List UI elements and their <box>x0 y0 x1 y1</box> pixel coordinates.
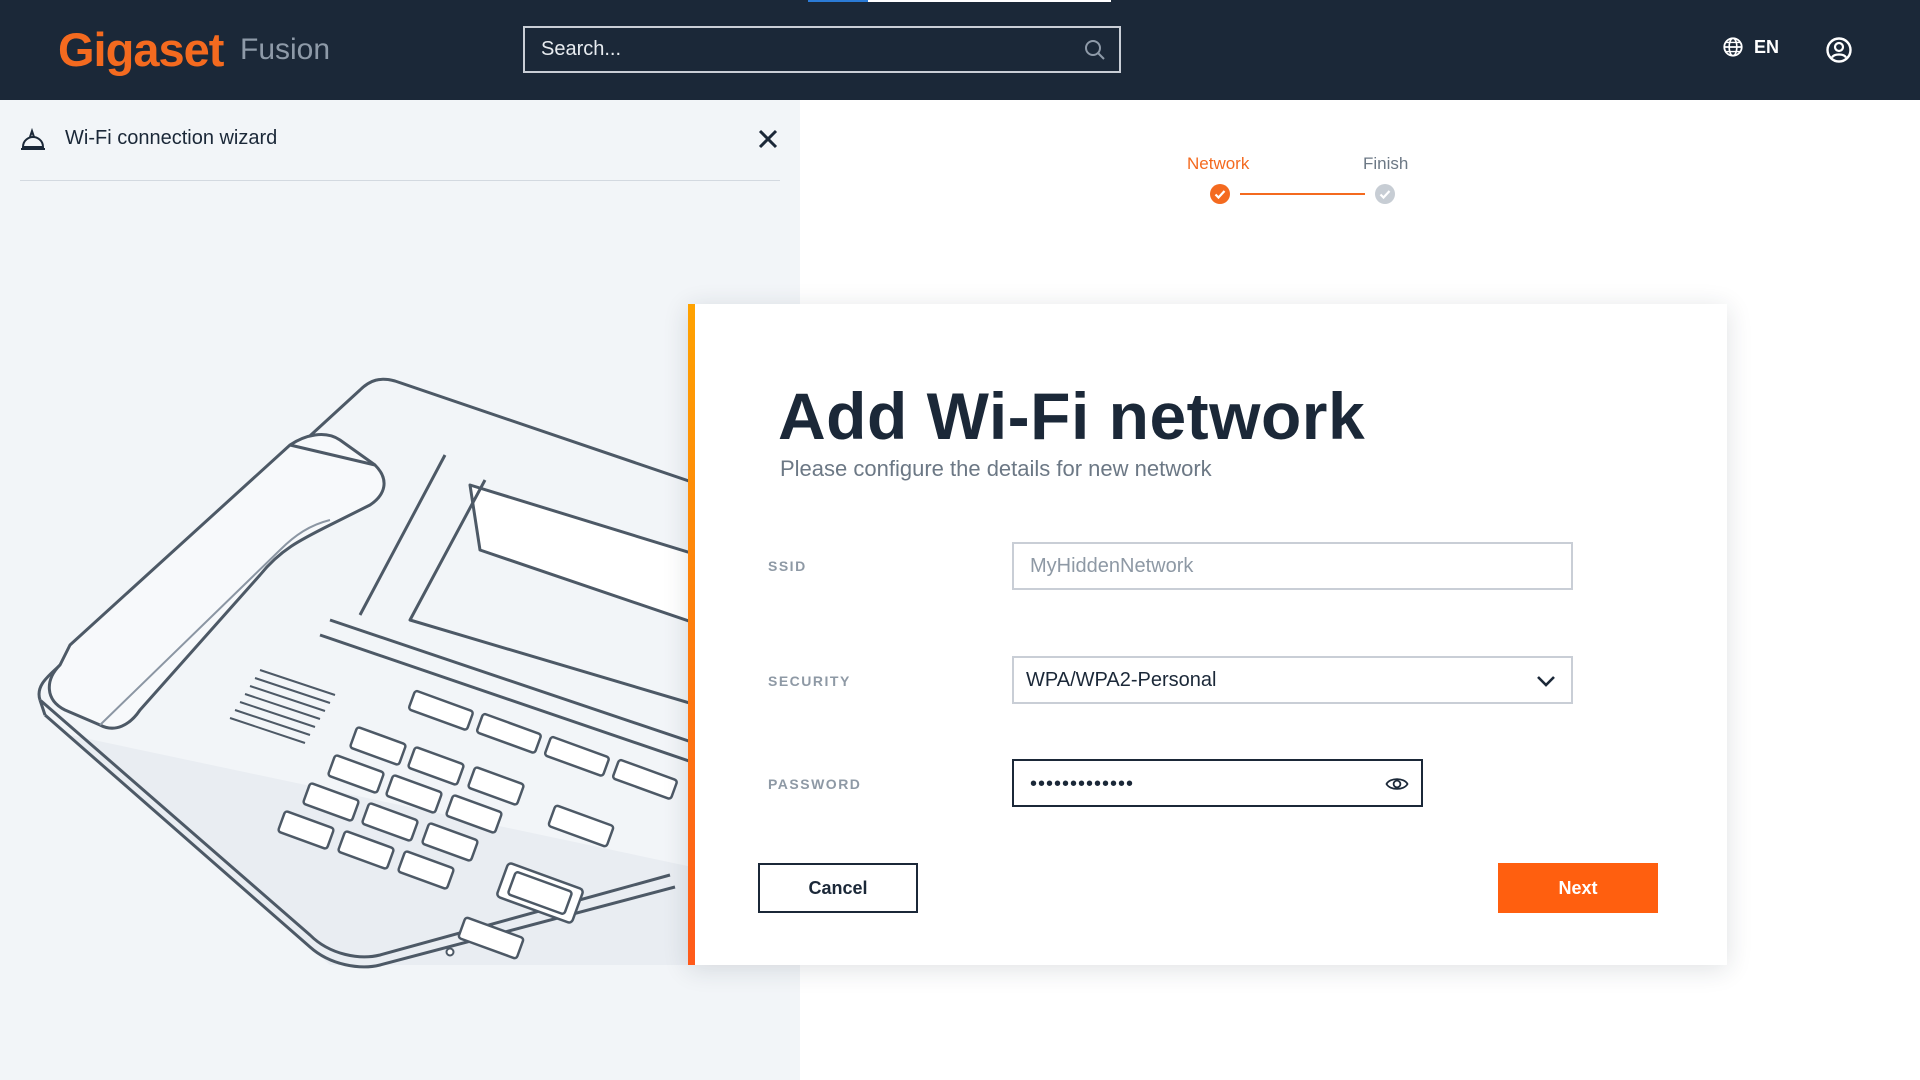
step-finish-label: Finish <box>1363 154 1409 173</box>
step-finish-check-icon <box>1375 184 1395 204</box>
security-select[interactable]: WPA/WPA2-Personal <box>1012 656 1573 704</box>
ssid-field[interactable] <box>1012 542 1573 590</box>
password-masked-value[interactable]: ••••••••••••• <box>1030 773 1134 796</box>
chevron-down-icon[interactable] <box>1535 670 1557 692</box>
wifi-wizard-icon <box>21 128 45 150</box>
step-connector <box>1240 193 1365 195</box>
top-bar: Gigaset Fusion EN <box>0 0 1920 100</box>
wizard-title: Wi-Fi connection wizard <box>65 127 278 149</box>
language-code: EN <box>1754 36 1780 57</box>
search-input[interactable] <box>525 28 1065 71</box>
password-field[interactable]: ••••••••••••• <box>1012 759 1423 807</box>
brand-logo[interactable]: Gigaset <box>58 22 224 77</box>
ssid-label: SSID <box>768 558 807 574</box>
cancel-button[interactable]: Cancel <box>758 863 918 913</box>
language-selector[interactable]: EN <box>1722 36 1779 58</box>
page-title: Add Wi-Fi network <box>778 379 1366 453</box>
add-wifi-card: Add Wi-Fi network Please configure the d… <box>688 304 1727 965</box>
wizard-stepper: Network Finish <box>1150 150 1450 210</box>
product-name: Fusion <box>240 33 331 66</box>
search-icon[interactable] <box>1083 38 1107 62</box>
wizard-header: Wi-Fi connection wizard <box>20 100 780 181</box>
step-network-check-icon <box>1210 184 1230 204</box>
card-accent-bar <box>688 304 695 965</box>
step-network-label: Network <box>1187 154 1250 173</box>
close-icon[interactable] <box>756 127 780 151</box>
desk-phone-illustration <box>37 377 730 969</box>
ssid-input[interactable] <box>1014 544 1571 588</box>
eye-icon[interactable] <box>1385 773 1409 795</box>
page-subtitle: Please configure the details for new net… <box>780 456 1212 481</box>
user-account-icon[interactable] <box>1825 36 1853 64</box>
loading-indicator <box>808 0 1111 2</box>
security-label: SECURITY <box>768 673 851 689</box>
wizard-side-panel: Wi-Fi connection wizard <box>0 100 800 1080</box>
search-box[interactable] <box>523 26 1121 73</box>
security-selected-value: WPA/WPA2-Personal <box>1026 669 1217 691</box>
next-button[interactable]: Next <box>1498 863 1658 913</box>
password-label: PASSWORD <box>768 776 862 792</box>
globe-icon <box>1723 37 1743 57</box>
